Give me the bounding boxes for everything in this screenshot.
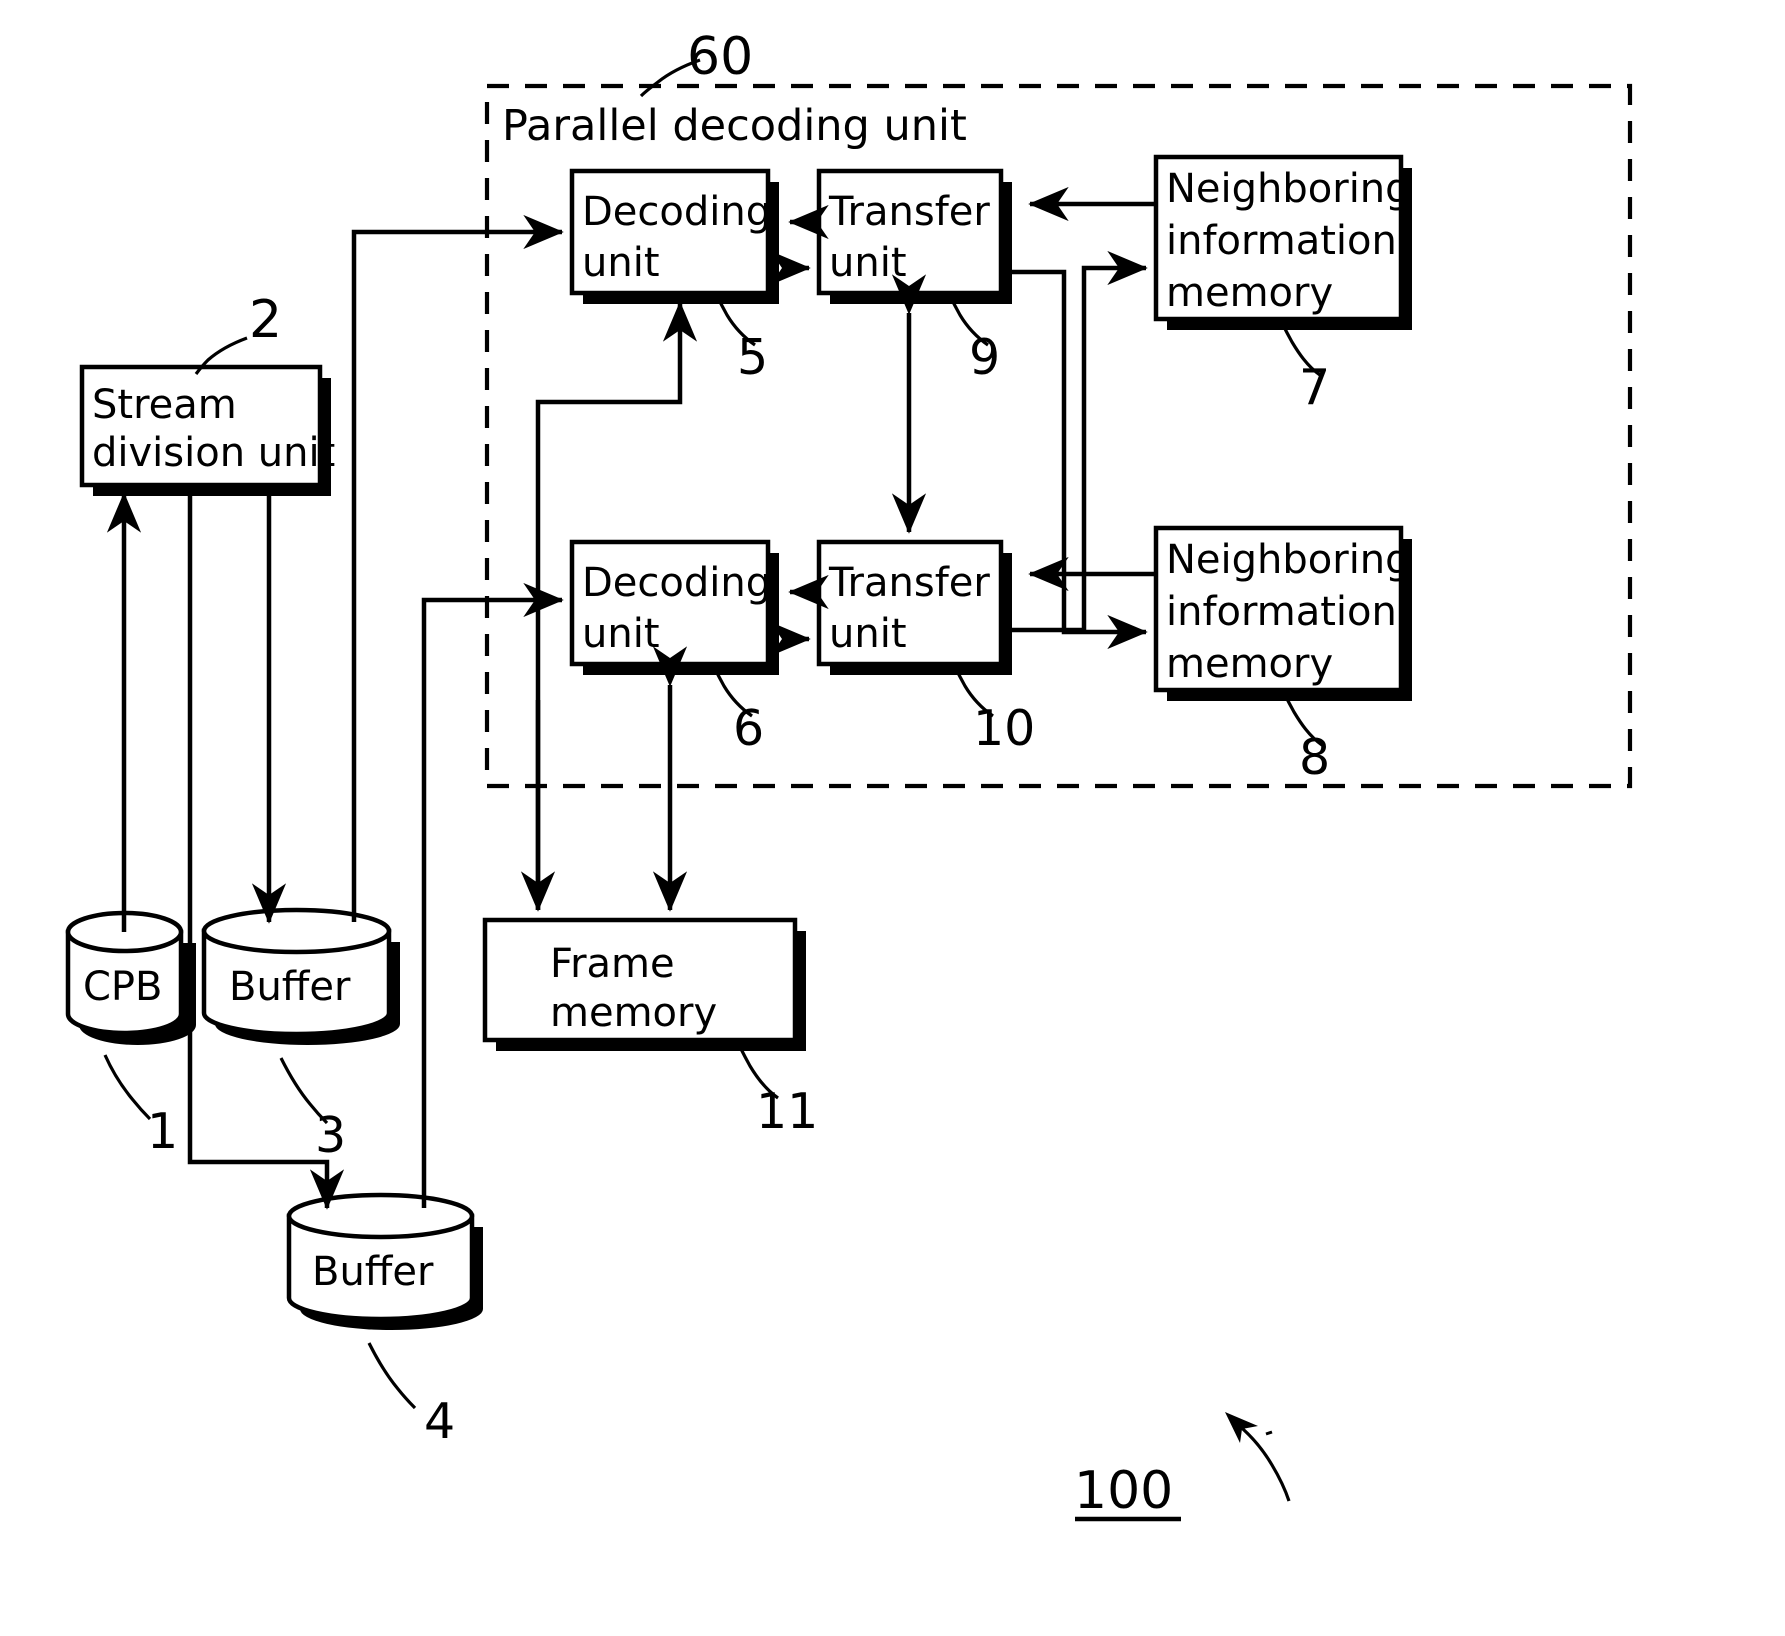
- transfer-unit-2-label-line2: unit: [829, 611, 907, 657]
- stream-division-unit-label-line1: Stream: [92, 382, 237, 428]
- transfer-unit-1-label-line1: Transfer: [828, 189, 990, 235]
- block-diagram-svg: Parallel decoding unit Stream division u…: [65, 27, 1633, 1522]
- transfer-unit-1-label-line2: unit: [829, 240, 907, 286]
- ref-9: 9: [969, 329, 1000, 386]
- ref-8: 8: [1299, 729, 1330, 786]
- neighboring-memory-1-label-line1: Neighboring: [1166, 166, 1411, 212]
- ref-1: 1: [147, 1103, 178, 1160]
- arrow-buffer2-to-decoding2: [421, 582, 564, 1208]
- neighboring-memory-2-label-line3: memory: [1166, 641, 1333, 687]
- neighboring-memory-1-label-line2: information: [1166, 218, 1397, 264]
- frame-memory-label-line2: memory: [550, 990, 717, 1036]
- ref-60: 60: [687, 27, 753, 87]
- cpb-label: CPB: [83, 964, 163, 1010]
- transfer-unit-2-label-line1: Transfer: [828, 560, 990, 606]
- cpb-cylinder: [65, 910, 197, 1121]
- ref-7: 7: [1299, 359, 1330, 416]
- ref-3: 3: [315, 1107, 346, 1164]
- parallel-decoding-unit-label: Parallel decoding unit: [502, 101, 967, 151]
- neighboring-memory-2-label-line2: information: [1166, 589, 1397, 635]
- buffer-1-label: Buffer: [229, 964, 351, 1010]
- decoding-unit-1-label-line1: Decoding: [582, 189, 771, 235]
- ref-11: 11: [756, 1083, 818, 1140]
- ref-100: 100: [1074, 1461, 1173, 1521]
- buffer-2-cylinder: [286, 1192, 483, 1410]
- ref-6: 6: [733, 700, 764, 757]
- neighboring-memory-2-label-line1: Neighboring: [1166, 537, 1411, 583]
- ref-4: 4: [424, 1393, 455, 1450]
- ref-2: 2: [249, 290, 282, 350]
- decoding-unit-2-label-line2: unit: [582, 611, 660, 657]
- arrow-transfer1-to-memory2: [1012, 269, 1148, 650]
- arrow-buffer1-to-decoding1: [351, 214, 564, 922]
- ref-10: 10: [973, 700, 1035, 757]
- decoding-unit-2-label-line1: Decoding: [582, 560, 771, 606]
- figure-canvas: Parallel decoding unit Stream division u…: [0, 0, 1785, 1636]
- buffer-1-cylinder: [201, 907, 400, 1125]
- overall-ref-pointer: [1225, 1412, 1291, 1502]
- neighboring-memory-1-label-line3: memory: [1166, 270, 1333, 316]
- ref-5: 5: [737, 329, 768, 386]
- decoding-unit-1-label-line2: unit: [582, 240, 660, 286]
- frame-memory-label-line1: Frame: [550, 941, 675, 987]
- buffer-2-label: Buffer: [312, 1249, 434, 1295]
- stream-division-unit-label-line2: division unit: [92, 430, 335, 476]
